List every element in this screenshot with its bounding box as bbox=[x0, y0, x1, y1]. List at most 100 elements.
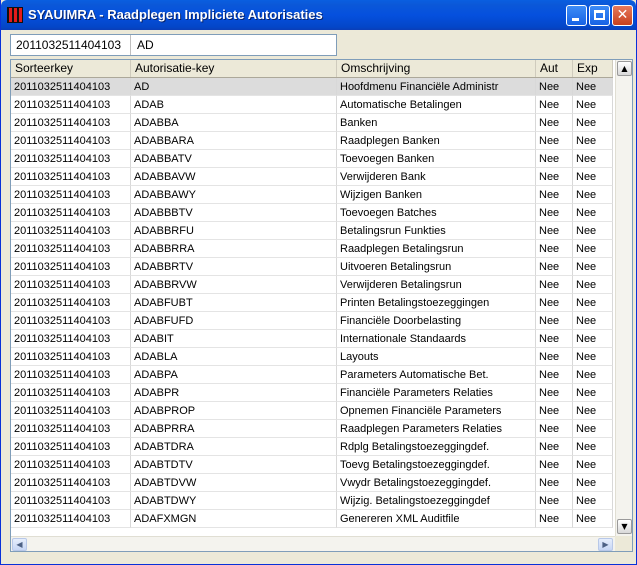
cell-aut[interactable]: Nee bbox=[536, 366, 573, 384]
cell-exp[interactable]: Nee bbox=[573, 186, 613, 204]
cell-omschrijving[interactable]: Printen Betalingstoezeggingen bbox=[337, 294, 536, 312]
cell-autorisatie-key[interactable]: ADABTDVW bbox=[131, 474, 337, 492]
cell-autorisatie-key[interactable]: ADABBRRA bbox=[131, 240, 337, 258]
cell-autorisatie-key[interactable]: ADABPRRA bbox=[131, 420, 337, 438]
cell-aut[interactable]: Nee bbox=[536, 258, 573, 276]
cell-exp[interactable]: Nee bbox=[573, 240, 613, 258]
cell-aut[interactable]: Nee bbox=[536, 348, 573, 366]
cell-exp[interactable]: Nee bbox=[573, 384, 613, 402]
cell-exp[interactable]: Nee bbox=[573, 204, 613, 222]
cell-aut[interactable]: Nee bbox=[536, 240, 573, 258]
scroll-down-button[interactable]: ▼ bbox=[617, 519, 632, 534]
table-row[interactable]: 2011032511404103 ADABLA Layouts Nee Nee bbox=[11, 348, 613, 366]
cell-autorisatie-key[interactable]: ADABBRFU bbox=[131, 222, 337, 240]
table-row[interactable]: 2011032511404103 ADABTDTV Toevg Betalingst… bbox=[11, 456, 613, 474]
cell-aut[interactable]: Nee bbox=[536, 402, 573, 420]
table-row[interactable]: 2011032511404103 ADAB Automatische Betalin… bbox=[11, 96, 613, 114]
cell-omschrijving[interactable]: Vwydr Betalingstoezeggingdef. bbox=[337, 474, 536, 492]
cell-exp[interactable]: Nee bbox=[573, 294, 613, 312]
filter-value-field[interactable]: AD bbox=[132, 35, 154, 55]
cell-sorteerkey[interactable]: 2011032511404103 bbox=[11, 258, 131, 276]
cell-autorisatie-key[interactable]: ADABTDWY bbox=[131, 492, 337, 510]
cell-sorteerkey[interactable]: 2011032511404103 bbox=[11, 204, 131, 222]
cell-omschrijving[interactable]: Wijzig. Betalingstoezeggingdef bbox=[337, 492, 536, 510]
column-header-autorisatie-key[interactable]: Autorisatie-key bbox=[131, 60, 337, 77]
cell-autorisatie-key[interactable]: ADAFXMGN bbox=[131, 510, 337, 528]
cell-sorteerkey[interactable]: 2011032511404103 bbox=[11, 150, 131, 168]
cell-aut[interactable]: Nee bbox=[536, 420, 573, 438]
cell-autorisatie-key[interactable]: ADABPROP bbox=[131, 402, 337, 420]
cell-aut[interactable]: Nee bbox=[536, 168, 573, 186]
cell-autorisatie-key[interactable]: ADAB bbox=[131, 96, 337, 114]
column-header-omschrijving[interactable]: Omschrijving bbox=[337, 60, 536, 77]
cell-omschrijving[interactable]: Betalingsrun Funkties bbox=[337, 222, 536, 240]
cell-autorisatie-key[interactable]: ADABBBTV bbox=[131, 204, 337, 222]
cell-exp[interactable]: Nee bbox=[573, 456, 613, 474]
cell-autorisatie-key[interactable]: ADABPR bbox=[131, 384, 337, 402]
cell-omschrijving[interactable]: Wijzigen Banken bbox=[337, 186, 536, 204]
cell-exp[interactable]: Nee bbox=[573, 420, 613, 438]
cell-aut[interactable]: Nee bbox=[536, 96, 573, 114]
cell-exp[interactable]: Nee bbox=[573, 402, 613, 420]
cell-sorteerkey[interactable]: 2011032511404103 bbox=[11, 456, 131, 474]
cell-omschrijving[interactable]: Opnemen Financiële Parameters bbox=[337, 402, 536, 420]
table-row[interactable]: 2011032511404103 ADABBATV Toevoegen Banken… bbox=[11, 150, 613, 168]
cell-sorteerkey[interactable]: 2011032511404103 bbox=[11, 438, 131, 456]
table-row[interactable]: 2011032511404103 ADABPROP Opnemen Financië… bbox=[11, 402, 613, 420]
table-row[interactable]: 2011032511404103 ADABBRVW Verwijderen Beta… bbox=[11, 276, 613, 294]
cell-omschrijving[interactable]: Uitvoeren Betalingsrun bbox=[337, 258, 536, 276]
title-bar[interactable]: SYAUIMRA - Raadplegen Impliciete Autoris… bbox=[1, 0, 636, 30]
cell-omschrijving[interactable]: Genereren XML Auditfile bbox=[337, 510, 536, 528]
cell-autorisatie-key[interactable]: ADABTDTV bbox=[131, 456, 337, 474]
cell-exp[interactable]: Nee bbox=[573, 96, 613, 114]
cell-omschrijving[interactable]: Internationale Standaards bbox=[337, 330, 536, 348]
table-row[interactable]: 2011032511404103 ADABFUFD Financiële Doorb… bbox=[11, 312, 613, 330]
table-row[interactable]: 2011032511404103 ADABBRTV Uitvoeren Betali… bbox=[11, 258, 613, 276]
cell-autorisatie-key[interactable]: ADABBATV bbox=[131, 150, 337, 168]
cell-exp[interactable]: Nee bbox=[573, 348, 613, 366]
cell-aut[interactable]: Nee bbox=[536, 312, 573, 330]
cell-aut[interactable]: Nee bbox=[536, 330, 573, 348]
vertical-scrollbar[interactable]: ▲ ▼ bbox=[615, 60, 632, 536]
cell-omschrijving[interactable]: Toevg Betalingstoezeggingdef. bbox=[337, 456, 536, 474]
filter-key-field[interactable]: 2011032511404103 bbox=[11, 35, 131, 55]
cell-aut[interactable]: Nee bbox=[536, 276, 573, 294]
cell-omschrijving[interactable]: Rdplg Betalingstoezeggingdef. bbox=[337, 438, 536, 456]
table-row[interactable]: 2011032511404103 ADABFUBT Printen Betaling… bbox=[11, 294, 613, 312]
cell-exp[interactable]: Nee bbox=[573, 168, 613, 186]
cell-aut[interactable]: Nee bbox=[536, 492, 573, 510]
cell-exp[interactable]: Nee bbox=[573, 258, 613, 276]
cell-sorteerkey[interactable]: 2011032511404103 bbox=[11, 186, 131, 204]
cell-aut[interactable]: Nee bbox=[536, 474, 573, 492]
cell-exp[interactable]: Nee bbox=[573, 366, 613, 384]
cell-sorteerkey[interactable]: 2011032511404103 bbox=[11, 222, 131, 240]
table-row[interactable]: 2011032511404103 ADABPRRA Raadplegen Param… bbox=[11, 420, 613, 438]
scroll-left-button[interactable]: ◀ bbox=[12, 538, 27, 551]
table-row[interactable]: 2011032511404103 ADABBBTV Toevoegen Batche… bbox=[11, 204, 613, 222]
cell-omschrijving[interactable]: Hoofdmenu Financiële Administr bbox=[337, 78, 536, 96]
cell-sorteerkey[interactable]: 2011032511404103 bbox=[11, 384, 131, 402]
cell-aut[interactable]: Nee bbox=[536, 438, 573, 456]
cell-sorteerkey[interactable]: 2011032511404103 bbox=[11, 294, 131, 312]
cell-exp[interactable]: Nee bbox=[573, 114, 613, 132]
cell-sorteerkey[interactable]: 2011032511404103 bbox=[11, 114, 131, 132]
cell-autorisatie-key[interactable]: ADABLA bbox=[131, 348, 337, 366]
cell-aut[interactable]: Nee bbox=[536, 132, 573, 150]
app-icon[interactable] bbox=[7, 7, 23, 23]
scroll-right-button[interactable]: ▶ bbox=[598, 538, 613, 551]
table-row[interactable]: 2011032511404103 ADABTDVW Vwydr Betalingst… bbox=[11, 474, 613, 492]
cell-exp[interactable]: Nee bbox=[573, 150, 613, 168]
table-row[interactable]: 2011032511404103 ADABPA Parameters Automat… bbox=[11, 366, 613, 384]
cell-omschrijving[interactable]: Banken bbox=[337, 114, 536, 132]
table-row[interactable]: 2011032511404103 ADABTDRA Rdplg Betalingst… bbox=[11, 438, 613, 456]
cell-sorteerkey[interactable]: 2011032511404103 bbox=[11, 330, 131, 348]
table-row[interactable]: 2011032511404103 ADABPR Financiële Paramet… bbox=[11, 384, 613, 402]
cell-autorisatie-key[interactable]: ADABTDRA bbox=[131, 438, 337, 456]
cell-aut[interactable]: Nee bbox=[536, 114, 573, 132]
cell-autorisatie-key[interactable]: ADABFUBT bbox=[131, 294, 337, 312]
minimize-button[interactable] bbox=[566, 5, 587, 26]
cell-omschrijving[interactable]: Raadplegen Parameters Relaties bbox=[337, 420, 536, 438]
cell-sorteerkey[interactable]: 2011032511404103 bbox=[11, 474, 131, 492]
cell-autorisatie-key[interactable]: ADABBARA bbox=[131, 132, 337, 150]
cell-sorteerkey[interactable]: 2011032511404103 bbox=[11, 276, 131, 294]
